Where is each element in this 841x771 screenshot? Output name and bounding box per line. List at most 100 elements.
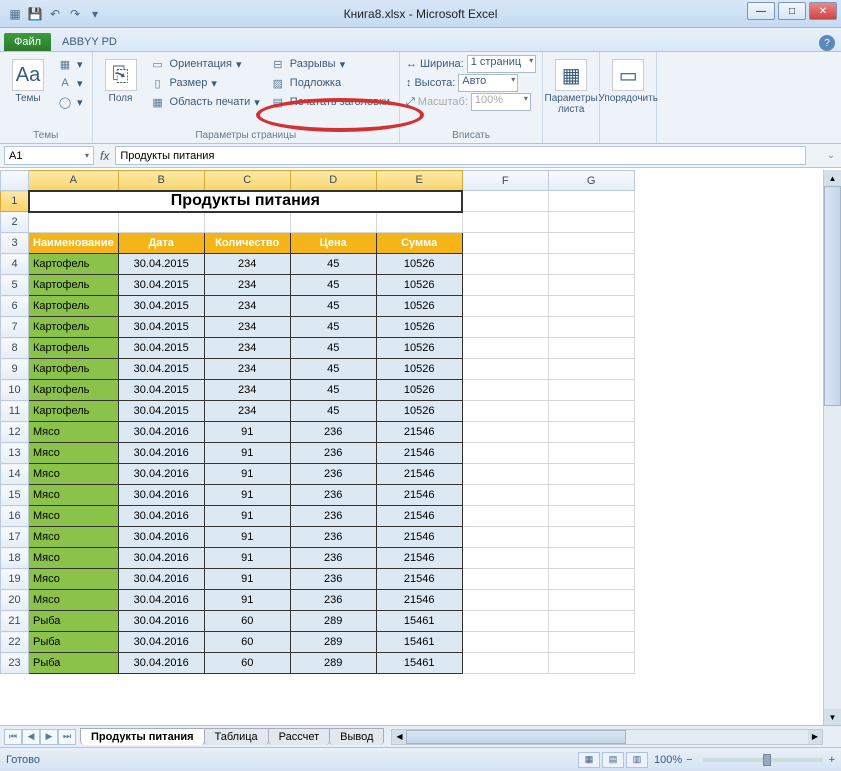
table-cell[interactable]: 60 [204, 611, 290, 632]
sheet-tab[interactable]: Вывод [329, 728, 384, 745]
table-cell[interactable]: 30.04.2015 [118, 317, 204, 338]
table-cell[interactable]: 10526 [376, 338, 462, 359]
table-cell[interactable]: 21546 [376, 590, 462, 611]
table-cell[interactable]: 45 [290, 254, 376, 275]
table-cell[interactable]: 236 [290, 443, 376, 464]
table-cell[interactable]: Рыба [29, 653, 119, 674]
table-cell[interactable]: 30.04.2015 [118, 359, 204, 380]
sheet-next-icon[interactable]: ▶ [40, 729, 58, 745]
breaks-button[interactable]: ⊟Разрывы ▾ [267, 55, 393, 73]
effects-button[interactable]: ◯▾ [54, 93, 86, 111]
col-header-A[interactable]: A [29, 171, 119, 191]
table-cell[interactable]: 30.04.2016 [118, 485, 204, 506]
hscroll-thumb[interactable] [406, 730, 626, 744]
table-cell[interactable]: Мясо [29, 506, 119, 527]
sheet-tab[interactable]: Рассчет [268, 728, 331, 745]
row-header-12[interactable]: 12 [1, 422, 29, 443]
table-cell[interactable]: Картофель [29, 380, 119, 401]
row-header-9[interactable]: 9 [1, 359, 29, 380]
row-header-6[interactable]: 6 [1, 296, 29, 317]
height-select[interactable]: Авто [458, 74, 518, 92]
table-cell[interactable]: 30.04.2016 [118, 422, 204, 443]
table-cell[interactable]: 45 [290, 296, 376, 317]
row-header-13[interactable]: 13 [1, 443, 29, 464]
colors-button[interactable]: ▦▾ [54, 55, 86, 73]
col-header-F[interactable]: F [462, 171, 548, 191]
row-header-3[interactable]: 3 [1, 233, 29, 254]
row-header-16[interactable]: 16 [1, 506, 29, 527]
table-cell[interactable]: Картофель [29, 317, 119, 338]
sheet-prev-icon[interactable]: ◀ [22, 729, 40, 745]
table-cell[interactable]: 15461 [376, 611, 462, 632]
col-header-G[interactable]: G [548, 171, 634, 191]
fx-icon[interactable]: fx [100, 149, 109, 163]
sheet-tab[interactable]: Продукты питания [80, 728, 205, 745]
table-cell[interactable]: Мясо [29, 590, 119, 611]
row-header-18[interactable]: 18 [1, 548, 29, 569]
table-cell[interactable]: Мясо [29, 443, 119, 464]
table-cell[interactable]: 30.04.2016 [118, 527, 204, 548]
table-cell[interactable]: Мясо [29, 464, 119, 485]
vscroll-thumb[interactable] [824, 186, 841, 406]
row-header-20[interactable]: 20 [1, 590, 29, 611]
table-cell[interactable]: 45 [290, 401, 376, 422]
scroll-left-icon[interactable]: ◀ [392, 730, 406, 744]
table-cell[interactable]: 21546 [376, 548, 462, 569]
vertical-scrollbar[interactable]: ▲ ▼ [823, 170, 841, 725]
table-cell[interactable]: 234 [204, 275, 290, 296]
zoom-out-icon[interactable]: − [686, 754, 692, 766]
fonts-button[interactable]: A▾ [54, 74, 86, 92]
table-cell[interactable]: 21546 [376, 506, 462, 527]
table-cell[interactable]: 91 [204, 485, 290, 506]
table-cell[interactable]: 15461 [376, 653, 462, 674]
row-header-4[interactable]: 4 [1, 254, 29, 275]
row-header-2[interactable]: 2 [1, 212, 29, 233]
table-cell[interactable]: 234 [204, 338, 290, 359]
table-cell[interactable]: 30.04.2015 [118, 254, 204, 275]
margins-button[interactable]: ⎘ Поля [99, 55, 143, 128]
zoom-slider[interactable] [703, 758, 823, 762]
table-cell[interactable]: 289 [290, 611, 376, 632]
table-cell[interactable]: 10526 [376, 401, 462, 422]
page-layout-view-icon[interactable]: ▤ [602, 752, 624, 768]
table-cell[interactable]: 234 [204, 380, 290, 401]
table-cell[interactable]: 10526 [376, 359, 462, 380]
table-cell[interactable]: Рыба [29, 632, 119, 653]
table-cell[interactable]: 91 [204, 548, 290, 569]
col-header-D[interactable]: D [290, 171, 376, 191]
table-cell[interactable]: 234 [204, 317, 290, 338]
sheet-first-icon[interactable]: ⏮ [4, 729, 22, 745]
print-area-button[interactable]: ▦Область печати ▾ [147, 93, 263, 111]
table-cell[interactable]: 91 [204, 590, 290, 611]
scroll-right-icon[interactable]: ▶ [808, 730, 822, 744]
table-cell[interactable]: 30.04.2016 [118, 611, 204, 632]
row-header-5[interactable]: 5 [1, 275, 29, 296]
table-cell[interactable]: Картофель [29, 254, 119, 275]
table-cell[interactable]: 21546 [376, 443, 462, 464]
row-header-7[interactable]: 7 [1, 317, 29, 338]
zoom-value[interactable]: 100% [654, 754, 682, 766]
table-cell[interactable]: 45 [290, 317, 376, 338]
row-header-15[interactable]: 15 [1, 485, 29, 506]
save-icon[interactable]: 💾 [26, 5, 44, 23]
table-cell[interactable]: 236 [290, 548, 376, 569]
table-cell[interactable]: 45 [290, 359, 376, 380]
select-all-corner[interactable] [1, 171, 29, 191]
normal-view-icon[interactable]: ▦ [578, 752, 600, 768]
table-cell[interactable]: 21546 [376, 422, 462, 443]
page-break-view-icon[interactable]: ▥ [626, 752, 648, 768]
table-cell[interactable]: 289 [290, 632, 376, 653]
row-header-21[interactable]: 21 [1, 611, 29, 632]
table-cell[interactable]: Картофель [29, 359, 119, 380]
table-cell[interactable]: 289 [290, 653, 376, 674]
row-header-19[interactable]: 19 [1, 569, 29, 590]
table-cell[interactable]: 236 [290, 422, 376, 443]
name-box[interactable]: A1 [4, 146, 94, 165]
size-button[interactable]: ▯Размер ▾ [147, 74, 263, 92]
table-cell[interactable]: Картофель [29, 401, 119, 422]
table-cell[interactable]: 45 [290, 380, 376, 401]
table-cell[interactable]: 45 [290, 338, 376, 359]
table-cell[interactable]: 10526 [376, 296, 462, 317]
row-header-14[interactable]: 14 [1, 464, 29, 485]
expand-formula-bar-icon[interactable]: ⌄ [824, 150, 838, 161]
